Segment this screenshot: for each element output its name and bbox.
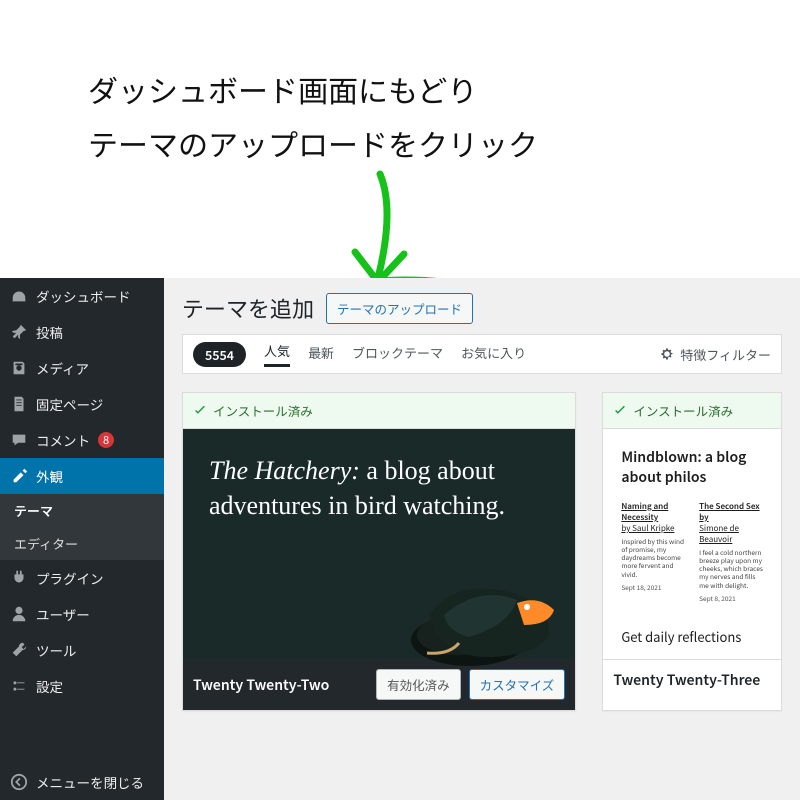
sidebar-item-label: 投稿 bbox=[36, 322, 63, 342]
theme-preview: Mindblown: a blog about philos Naming an… bbox=[603, 429, 781, 659]
sidebar-item-dashboard[interactable]: ダッシュボード bbox=[0, 278, 164, 314]
sidebar-item-label: プラグイン bbox=[36, 568, 104, 588]
theme-preview: The Hatchery: a blog about adventures in… bbox=[183, 429, 575, 659]
check-icon bbox=[613, 404, 627, 418]
tools-icon bbox=[10, 641, 28, 659]
pin-icon bbox=[10, 323, 28, 341]
wp-admin: ダッシュボード 投稿 メディア 固定ページ bbox=[0, 278, 800, 800]
tab-popular[interactable]: 人気 bbox=[264, 341, 290, 367]
comments-icon bbox=[10, 431, 28, 449]
feature-filter-link[interactable]: 特徴フィルター bbox=[660, 345, 771, 364]
sidebar-item-label: ユーザー bbox=[36, 604, 90, 624]
collapse-icon bbox=[10, 773, 28, 791]
appearance-icon bbox=[10, 467, 28, 485]
page-header: テーマを追加 テーマのアップロード bbox=[164, 278, 800, 334]
preview-headline: Mindblown: a blog about philos bbox=[621, 447, 763, 487]
tab-block-themes[interactable]: ブロックテーマ bbox=[352, 343, 443, 366]
theme-card-twenty-twenty-three[interactable]: インストール済み Mindblown: a blog about philos … bbox=[602, 392, 782, 711]
instruction-line-2: テーマのアップロードをクリック bbox=[88, 116, 538, 170]
sidebar-item-comments[interactable]: コメント 8 bbox=[0, 422, 164, 458]
instruction-line-1: ダッシュボード画面にもどり bbox=[88, 62, 538, 116]
filter-bar: 5554 人気 最新 ブロックテーマ お気に入り 特徴フィルター bbox=[182, 334, 782, 374]
tab-latest[interactable]: 最新 bbox=[308, 343, 334, 366]
feature-filter-label: 特徴フィルター bbox=[680, 345, 771, 364]
installed-label: インストール済み bbox=[213, 401, 313, 420]
sidebar-item-tools[interactable]: ツール bbox=[0, 632, 164, 668]
settings-icon bbox=[10, 677, 28, 695]
sidebar-item-settings[interactable]: 設定 bbox=[0, 668, 164, 704]
sidebar-item-users[interactable]: ユーザー bbox=[0, 596, 164, 632]
main-content: テーマを追加 テーマのアップロード 5554 人気 最新 ブロックテーマ お気に… bbox=[164, 278, 800, 800]
gear-icon bbox=[660, 347, 674, 361]
theme-card-twenty-twenty-two[interactable]: インストール済み The Hatchery: a blog about adve… bbox=[182, 392, 576, 711]
sidebar-item-label: ツール bbox=[36, 640, 77, 660]
theme-name: Twenty Twenty-Three bbox=[613, 670, 771, 690]
media-icon bbox=[10, 359, 28, 377]
sidebar-item-label: 設定 bbox=[36, 676, 63, 696]
check-icon bbox=[193, 404, 207, 418]
preview-daily: Get daily reflections bbox=[621, 627, 763, 646]
sidebar-subitem-editor[interactable]: エディター bbox=[0, 527, 164, 560]
sidebar-item-label: ダッシュボード bbox=[36, 286, 131, 306]
sidebar-item-plugins[interactable]: プラグイン bbox=[0, 560, 164, 596]
tab-favorites[interactable]: お気に入り bbox=[461, 343, 526, 366]
sidebar-item-label: 外観 bbox=[36, 466, 63, 486]
sidebar-item-label: コメント bbox=[36, 430, 90, 450]
preview-col-2: The Second Sex by Simone de Beauvoir I f… bbox=[699, 501, 763, 603]
sidebar-item-appearance[interactable]: 外観 bbox=[0, 458, 164, 494]
users-icon bbox=[10, 605, 28, 623]
theme-cards: インストール済み The Hatchery: a blog about adve… bbox=[164, 374, 800, 729]
theme-name: Twenty Twenty-Two bbox=[193, 675, 368, 695]
sidebar-item-label: メディア bbox=[36, 358, 89, 378]
sidebar-collapse-label: メニューを閉じる bbox=[36, 772, 144, 792]
admin-sidebar: ダッシュボード 投稿 メディア 固定ページ bbox=[0, 278, 164, 800]
preview-headline: The Hatchery: a blog about adventures in… bbox=[209, 453, 549, 523]
plugins-icon bbox=[10, 569, 28, 587]
theme-count-pill: 5554 bbox=[193, 342, 246, 367]
sidebar-item-posts[interactable]: 投稿 bbox=[0, 314, 164, 350]
preview-columns: Naming and Necessity by Saul Kripke Insp… bbox=[621, 501, 763, 603]
sidebar-item-media[interactable]: メディア bbox=[0, 350, 164, 386]
pages-icon bbox=[10, 395, 28, 413]
comments-badge: 8 bbox=[98, 432, 114, 448]
installed-label: インストール済み bbox=[633, 401, 733, 420]
instruction-text: ダッシュボード画面にもどり テーマのアップロードをクリック bbox=[88, 62, 538, 170]
sidebar-collapse[interactable]: メニューを閉じる bbox=[0, 764, 164, 800]
installed-badge: インストール済み bbox=[183, 393, 575, 429]
sidebar-item-label: 固定ページ bbox=[36, 394, 103, 414]
bird-illustration bbox=[399, 545, 569, 675]
dashboard-icon bbox=[10, 287, 28, 305]
theme-card-footer: Twenty Twenty-Three bbox=[603, 659, 781, 700]
preview-col-1: Naming and Necessity by Saul Kripke Insp… bbox=[621, 501, 685, 603]
sidebar-subitem-themes[interactable]: テーマ bbox=[0, 494, 164, 527]
page-title: テーマを追加 bbox=[182, 292, 314, 324]
upload-theme-button[interactable]: テーマのアップロード bbox=[326, 293, 473, 324]
sidebar-submenu: テーマ エディター bbox=[0, 494, 164, 560]
installed-badge: インストール済み bbox=[603, 393, 781, 429]
sidebar-item-pages[interactable]: 固定ページ bbox=[0, 386, 164, 422]
